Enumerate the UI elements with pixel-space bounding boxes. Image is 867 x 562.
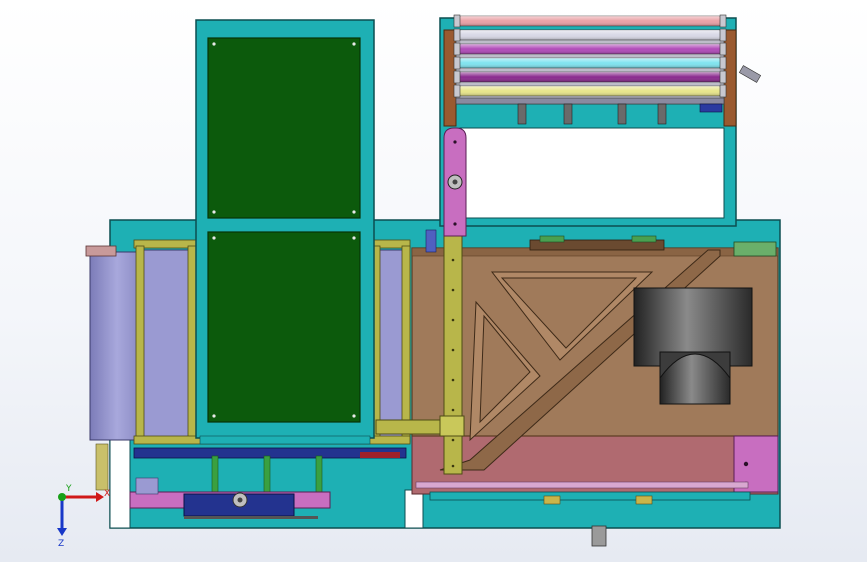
roller-yellow-shade <box>458 86 722 96</box>
pcb-bottom-strip <box>199 435 371 445</box>
olive-post-right <box>401 245 411 443</box>
bottom-foot-2 <box>635 495 653 505</box>
blue-bracket <box>425 229 437 253</box>
roller-cyan-shade <box>458 58 722 68</box>
bottom-bar-left <box>184 516 318 519</box>
pcb-panel <box>195 19 375 445</box>
green-post-1 <box>211 455 219 495</box>
roller-right-blue <box>699 103 723 113</box>
roller-violet-end-cap <box>453 42 461 56</box>
x-axis-head <box>96 492 104 502</box>
roller-violet-shade <box>458 44 722 54</box>
y-axis-label: Y <box>65 484 72 494</box>
link-bolt <box>453 222 457 226</box>
roller-light-end-cap <box>719 28 727 42</box>
olive-post-2 <box>187 245 197 443</box>
pcb-board-bottom <box>207 231 361 423</box>
lavender-panel <box>139 249 195 441</box>
green-post-3 <box>315 455 323 495</box>
cad-assembly-view: X Y Z <box>57 14 781 549</box>
roller-light-shade <box>458 30 722 40</box>
roller-yellow-end-cap <box>719 84 727 98</box>
x-axis-label: X <box>104 489 110 499</box>
roller-cyan-end-cap <box>719 56 727 70</box>
left-spring <box>95 443 109 491</box>
roller-pink-end-cap <box>719 14 727 28</box>
roller-pink-end-cap <box>453 14 461 28</box>
red-accent <box>360 452 400 458</box>
bottom-rail-lower <box>415 481 749 489</box>
bottom-foot-1 <box>543 495 561 505</box>
roller-yellow-end-cap <box>453 84 461 98</box>
olive-crossbar <box>375 419 447 435</box>
bottom-fitting <box>591 525 607 547</box>
pcb-board-top <box>207 37 361 219</box>
lavender-panel-right <box>375 249 407 441</box>
y-axis-dot <box>58 493 66 501</box>
link-bolt <box>453 140 457 144</box>
roller-violet-end-cap <box>719 42 727 56</box>
z-axis-label: Z <box>58 539 64 549</box>
lavender-drum-cap <box>85 245 117 257</box>
bottom-rail <box>429 491 751 501</box>
z-axis-head <box>57 528 67 536</box>
upper-right-frame-opening <box>459 127 725 219</box>
green-bracket-1 <box>539 235 565 243</box>
olive-post-left <box>135 245 145 443</box>
roller-light-end-cap <box>453 28 461 42</box>
roller-pink-shade <box>458 16 722 26</box>
gear-hub <box>237 497 243 503</box>
green-bracket-2 <box>631 235 657 243</box>
roller-right-knob <box>738 65 762 83</box>
axis-triad: X Y Z <box>57 484 110 549</box>
right-assembly <box>411 235 779 547</box>
left-lower-cutout <box>109 439 131 529</box>
right-lower-cutout <box>404 489 424 529</box>
roller-purple-end-cap <box>453 70 461 84</box>
green-bracket-right <box>733 241 777 257</box>
roller-bottom-rail <box>455 97 725 105</box>
roller-cyan-end-cap <box>453 56 461 70</box>
end-cap-bolt <box>743 461 749 467</box>
olive-crossbar-end <box>439 415 465 437</box>
left-bracket <box>135 477 159 495</box>
green-post-2 <box>263 455 271 495</box>
pivot-hub <box>452 179 458 185</box>
olive-vertical-arm <box>443 235 463 475</box>
roller-purple-end-cap <box>719 70 727 84</box>
roller-purple-shade <box>458 72 722 82</box>
